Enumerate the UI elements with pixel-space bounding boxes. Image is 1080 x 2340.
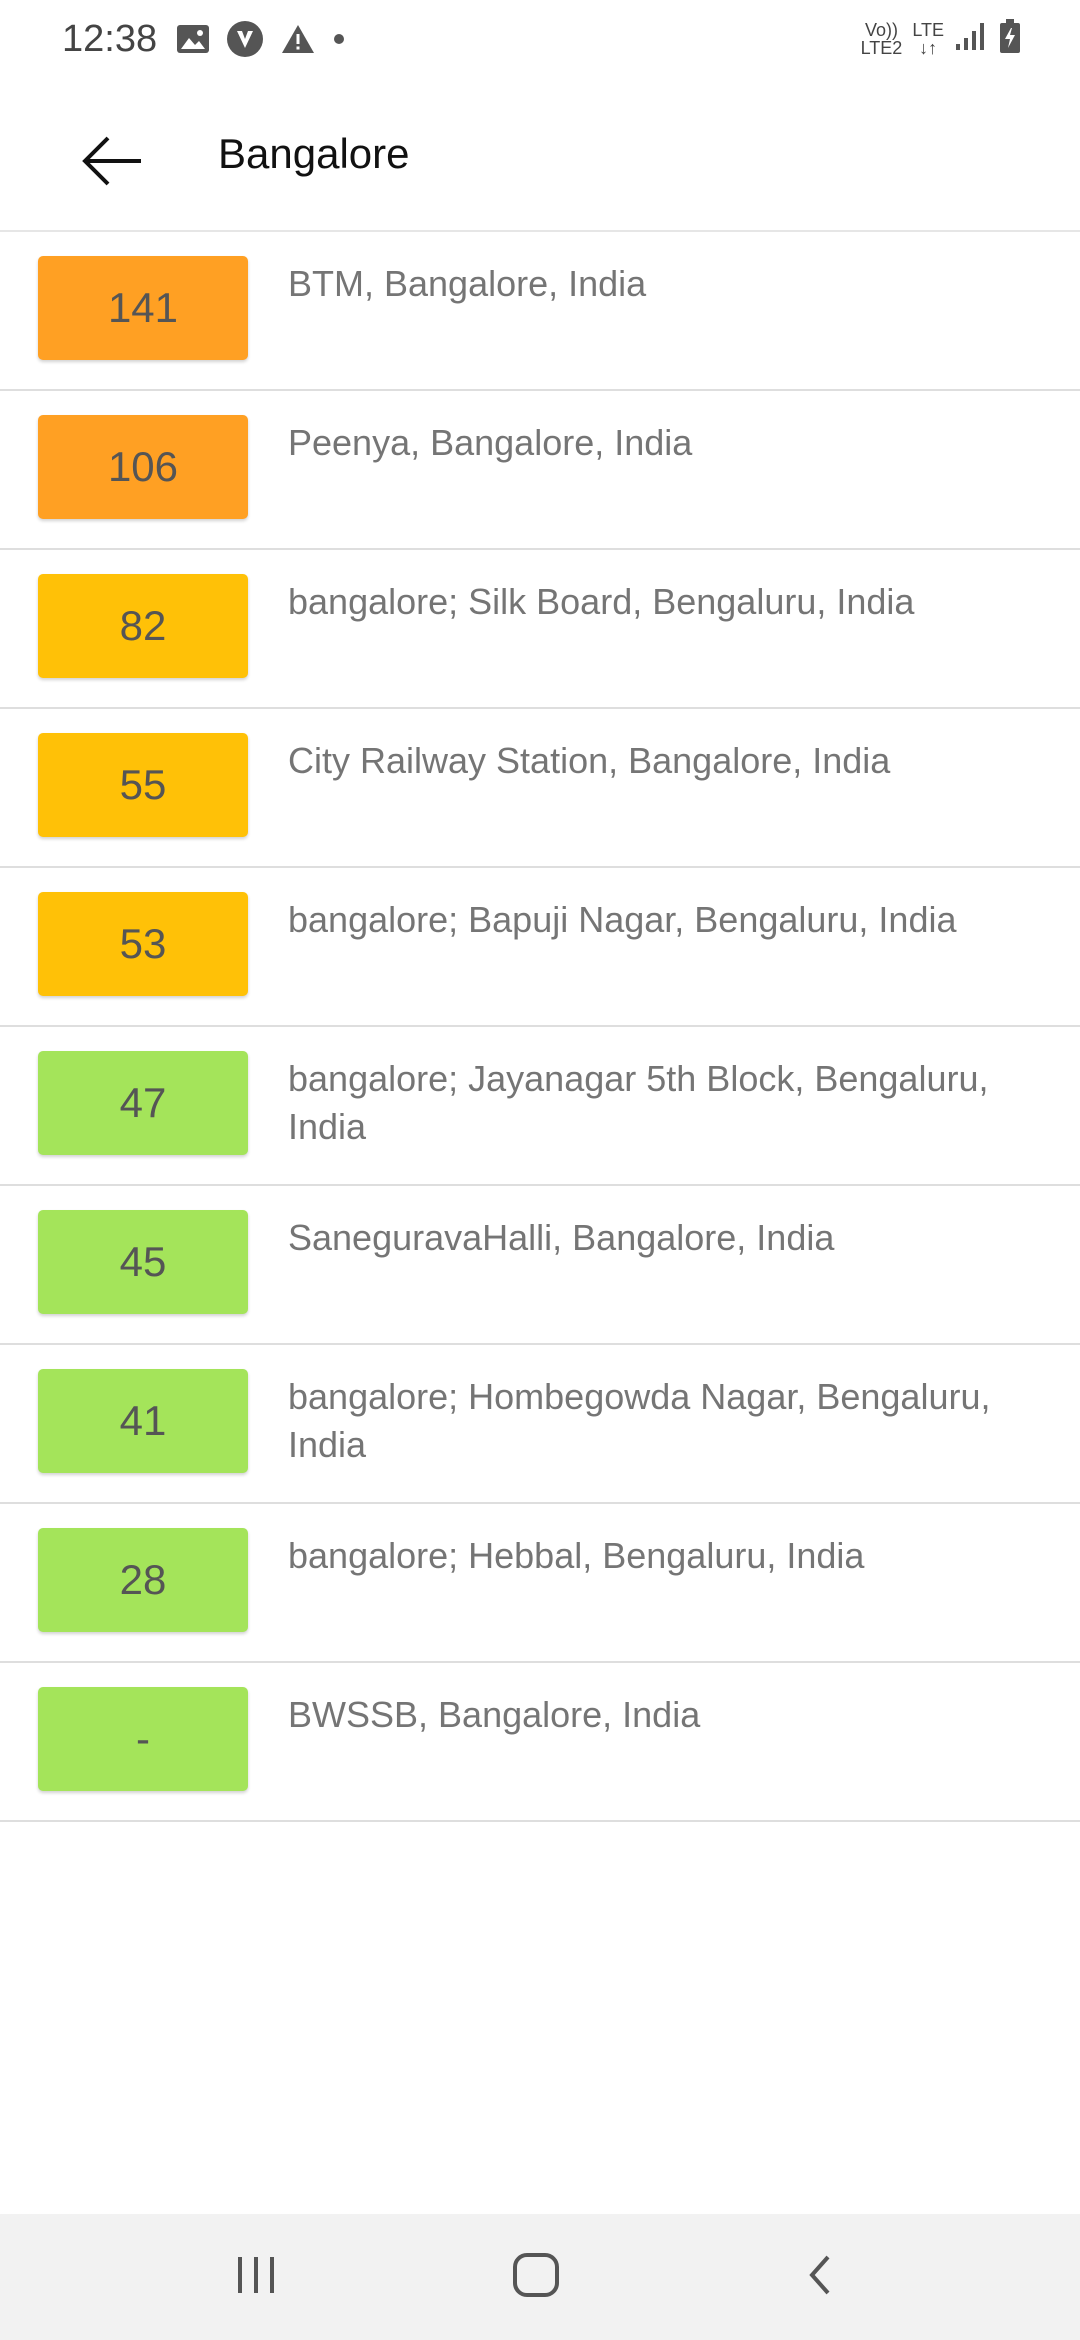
station-row[interactable]: 45 SaneguravaHalli, Bangalore, India	[0, 1186, 1080, 1345]
station-row[interactable]: 47 bangalore; Jayanagar 5th Block, Bengal…	[0, 1027, 1080, 1186]
aqi-badge: -	[38, 1687, 248, 1791]
screen: 12:38 Vo)) LTE2 LTE ↓↑ Bangalore 141 BTM…	[0, 0, 1080, 2340]
station-row[interactable]: 53 bangalore; Bapuji Nagar, Bengaluru, In…	[0, 868, 1080, 1027]
station-name: SaneguravaHalli, Bangalore, India	[288, 1217, 835, 1258]
aqi-badge: 141	[38, 256, 248, 360]
aqi-badge: 55	[38, 733, 248, 837]
station-row[interactable]: 141 BTM, Bangalore, India	[0, 232, 1080, 391]
volte-indicator: Vo)) LTE2	[860, 19, 903, 58]
recent-apps-button[interactable]	[216, 2242, 296, 2312]
aqi-badge: 45	[38, 1210, 248, 1314]
aqi-badge: 28	[38, 1528, 248, 1632]
warning-icon	[280, 23, 316, 60]
brand-icon	[226, 20, 264, 63]
dot-icon	[332, 32, 346, 51]
signal-icon	[954, 20, 988, 57]
station-row[interactable]: 82 bangalore; Silk Board, Bengaluru, Indi…	[0, 550, 1080, 709]
station-name: BWSSB, Bangalore, India	[288, 1694, 701, 1735]
station-name: bangalore; Silk Board, Bengaluru, India	[288, 581, 915, 622]
station-name: bangalore; Hebbal, Bengaluru, India	[288, 1535, 865, 1576]
app-bar: Bangalore	[0, 84, 1080, 232]
station-name: bangalore; Bapuji Nagar, Bengaluru, Indi…	[288, 899, 957, 940]
station-name: Peenya, Bangalore, India	[288, 422, 693, 463]
station-row[interactable]: 55 City Railway Station, Bangalore, India	[0, 709, 1080, 868]
battery-charging-icon	[998, 18, 1022, 59]
page-title: Bangalore	[218, 130, 410, 177]
arrow-left-icon	[81, 136, 145, 191]
station-list: 141 BTM, Bangalore, India 106 Peenya, Banga…	[0, 232, 1080, 1822]
aqi-badge: 106	[38, 415, 248, 519]
station-row[interactable]: 41 bangalore; Hombegowda Nagar, Bengaluru…	[0, 1345, 1080, 1504]
lte-indicator: LTE ↓↑	[912, 19, 944, 58]
nav-back-button[interactable]	[780, 2242, 860, 2312]
station-row[interactable]: 106 Peenya, Bangalore, India	[0, 391, 1080, 550]
status-right-icons: Vo)) LTE2 LTE ↓↑	[861, 18, 1022, 59]
station-name: City Railway Station, Bangalore, India	[288, 740, 891, 781]
image-icon	[176, 24, 210, 59]
station-name: BTM, Bangalore, India	[288, 263, 647, 304]
back-button[interactable]	[70, 120, 156, 206]
aqi-badge: 41	[38, 1369, 248, 1473]
station-name: bangalore; Hombegowda Nagar, Bengaluru, …	[288, 1376, 991, 1465]
home-icon	[511, 2252, 561, 2303]
aqi-badge: 82	[38, 574, 248, 678]
status-time: 12:38	[62, 18, 158, 60]
aqi-badge: 47	[38, 1051, 248, 1155]
recent-apps-icon	[234, 2255, 278, 2300]
station-row[interactable]: 28 bangalore; Hebbal, Bengaluru, India	[0, 1504, 1080, 1663]
station-row[interactable]: - BWSSB, Bangalore, India	[0, 1663, 1080, 1822]
status-bar: 12:38 Vo)) LTE2 LTE ↓↑	[0, 0, 1080, 84]
navigation-bar	[0, 2214, 1080, 2340]
status-left-icons	[176, 20, 346, 63]
station-name: bangalore; Jayanagar 5th Block, Bengalur…	[288, 1058, 989, 1147]
aqi-badge: 53	[38, 892, 248, 996]
home-button[interactable]	[496, 2242, 576, 2312]
back-icon	[804, 2253, 836, 2302]
